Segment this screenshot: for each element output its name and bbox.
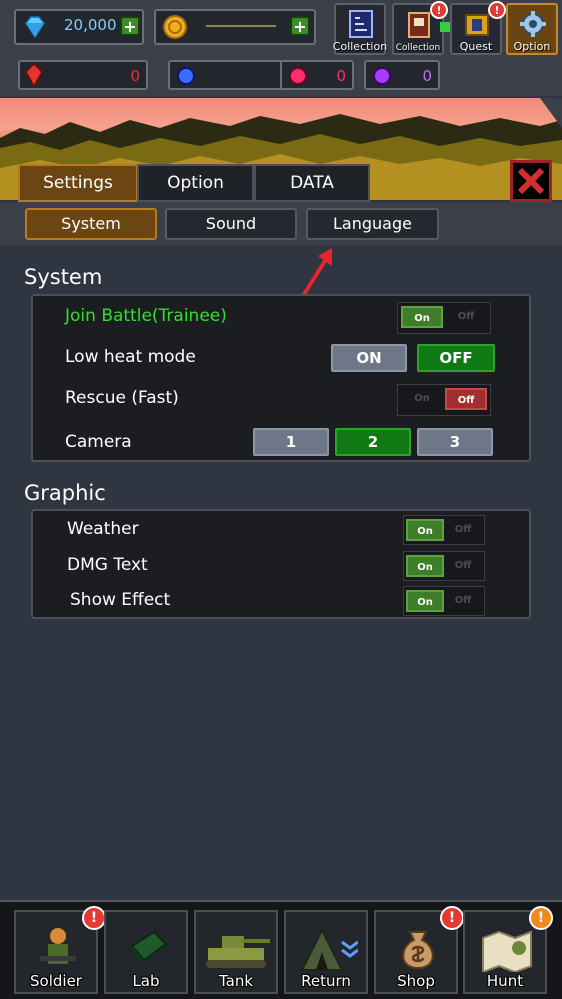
purple-gem-value: 0	[422, 67, 432, 85]
dmg-text-on[interactable]: On	[406, 555, 444, 577]
system-section-title: System	[24, 265, 103, 289]
join-battle-on[interactable]: On	[401, 306, 443, 328]
money-bag-icon	[402, 931, 434, 970]
weather-toggle[interactable]: On Off	[403, 515, 485, 545]
tab-settings[interactable]: Settings	[18, 164, 138, 202]
hunt-alert-badge: !	[529, 906, 553, 930]
diamond-icon	[25, 16, 45, 39]
collection-icon	[349, 10, 373, 38]
nav-hunt-label: Hunt	[486, 972, 524, 990]
collection-book-button[interactable]: ! Collection	[392, 1, 448, 55]
show-effect-on[interactable]: On	[406, 590, 444, 612]
nav-shop[interactable]: ! Shop	[374, 906, 464, 994]
nav-tank-label: Tank	[218, 972, 254, 990]
book-icon	[408, 12, 430, 38]
pink-gem-icon	[289, 67, 307, 85]
weather-on[interactable]: On	[406, 519, 444, 541]
show-effect-label: Show Effect	[70, 590, 171, 610]
add-gold-button[interactable]: +	[290, 16, 310, 36]
quest-label: Quest	[459, 40, 493, 53]
join-battle-off[interactable]: Off	[445, 306, 487, 328]
top-resource-bar: 20,000 + + Collection ! Collection ! Que…	[0, 0, 562, 71]
close-button[interactable]	[510, 160, 552, 202]
pink-gem-value: 0	[336, 67, 346, 85]
quest-button[interactable]: ! Quest	[450, 1, 506, 55]
nav-lab-label: Lab	[132, 972, 160, 990]
tab-data[interactable]: DATA	[254, 164, 370, 202]
map-icon	[482, 930, 532, 972]
gold-coin-icon	[163, 15, 187, 39]
collection-book-label: Collection	[395, 43, 441, 53]
tank-icon	[206, 936, 270, 968]
nav-hunt[interactable]: ! Hunt	[463, 906, 553, 994]
gold-bar	[206, 25, 276, 27]
purple-gem-counter: 0	[364, 60, 440, 90]
diamond-counter: 20,000 +	[14, 9, 144, 45]
red-gem-counter: 0	[18, 60, 148, 90]
subtab-system[interactable]: System	[25, 208, 157, 240]
soldier-alert-badge: !	[82, 906, 106, 930]
join-battle-label: Join Battle(Trainee)	[65, 306, 227, 326]
red-gem-value: 0	[130, 67, 140, 85]
soldier-icon	[40, 928, 76, 964]
tab-option[interactable]: Option	[137, 164, 254, 202]
gold-counter: +	[154, 9, 316, 45]
weather-label: Weather	[67, 519, 139, 539]
collection-alert-badge: !	[430, 1, 448, 19]
quest-icon	[465, 14, 489, 36]
weather-off[interactable]: Off	[444, 519, 482, 541]
low-heat-on-button[interactable]: ON	[331, 344, 407, 372]
collection-label: Collection	[332, 40, 388, 53]
low-heat-off-button[interactable]: OFF	[417, 344, 495, 372]
gear-icon	[520, 11, 546, 37]
rescue-on[interactable]: On	[401, 388, 443, 410]
dmg-text-toggle[interactable]: On Off	[403, 551, 485, 581]
nav-return[interactable]: Return	[284, 910, 368, 994]
nav-lab[interactable]: Lab	[104, 910, 188, 994]
system-panel: Join Battle(Trainee) On Off Low heat mod…	[31, 294, 531, 462]
subtab-sound[interactable]: Sound	[165, 208, 297, 240]
camera-option-3[interactable]: 3	[417, 428, 493, 456]
add-diamond-button[interactable]: +	[120, 16, 140, 36]
purple-gem-icon	[373, 67, 391, 85]
graphic-section-title: Graphic	[24, 481, 106, 505]
quest-alert-badge: !	[488, 1, 506, 19]
rescue-toggle[interactable]: On Off	[397, 384, 491, 416]
option-label: Option	[513, 40, 551, 53]
gem-resource-row: 0 0 0 0	[0, 56, 562, 96]
close-icon	[517, 167, 545, 195]
blue-gem-counter: 0	[168, 60, 298, 90]
option-button[interactable]: Option	[506, 3, 558, 55]
bottom-nav-bar: ! Soldier Lab Tank Return ! Shop ! Hunt	[0, 900, 562, 999]
join-battle-toggle[interactable]: On Off	[397, 302, 491, 334]
nav-shop-label: Shop	[397, 972, 435, 990]
blue-gem-icon	[177, 67, 195, 85]
show-effect-off[interactable]: Off	[444, 590, 482, 612]
nav-return-label: Return	[301, 972, 351, 990]
collection-button[interactable]: Collection	[332, 3, 388, 55]
camera-label: Camera	[65, 432, 132, 452]
graphic-panel: Weather On Off DMG Text On Off Show Effe…	[31, 509, 531, 619]
pink-gem-counter: 0	[280, 60, 354, 90]
diamond-value: 20,000	[64, 16, 117, 34]
subtab-language[interactable]: Language	[306, 208, 439, 240]
nav-soldier[interactable]: ! Soldier	[14, 906, 106, 994]
connector-arrow-icon	[440, 22, 450, 32]
red-gem-icon	[26, 64, 42, 86]
dmg-text-label: DMG Text	[67, 555, 148, 575]
camera-option-1[interactable]: 1	[253, 428, 329, 456]
low-heat-label: Low heat mode	[65, 347, 196, 367]
rescue-off[interactable]: Off	[445, 388, 487, 410]
tent-icon	[300, 927, 358, 971]
show-effect-toggle[interactable]: On Off	[403, 586, 485, 616]
shop-alert-badge: !	[440, 906, 464, 930]
rescue-label: Rescue (Fast)	[65, 388, 179, 408]
nav-soldier-label: Soldier	[30, 972, 82, 990]
dmg-text-off[interactable]: Off	[444, 555, 482, 577]
book-icon	[130, 930, 168, 966]
camera-option-2[interactable]: 2	[335, 428, 411, 456]
nav-tank[interactable]: Tank	[194, 910, 278, 994]
